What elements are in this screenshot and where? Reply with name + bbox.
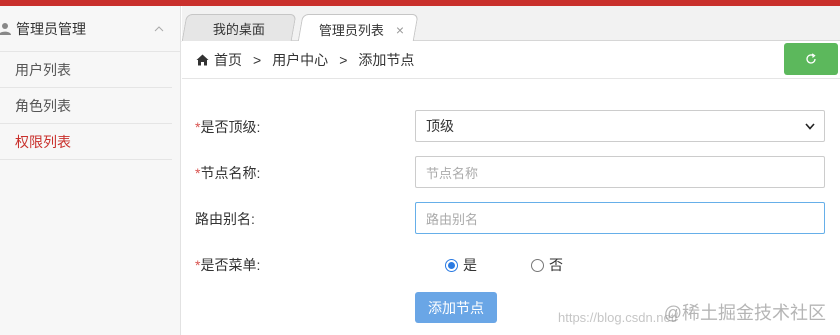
add-node-form: *是否顶级: 顶级 *节点名称: 节点名称 路由别名: 路由别名 *是否菜单: …: [182, 80, 840, 335]
sidebar-item-permission-list[interactable]: 权限列表: [0, 124, 172, 160]
breadcrumb-user-center[interactable]: 用户中心: [272, 50, 328, 70]
form-row-is-menu: *是否菜单: 是 否: [182, 248, 840, 280]
breadcrumb-separator: >: [339, 51, 348, 68]
radio-unchecked-icon: [531, 258, 544, 272]
form-row-route-alias: 路由别名: 路由别名: [182, 202, 840, 234]
top-level-label: *是否顶级:: [195, 119, 261, 135]
tab-label: 管理员列表: [319, 22, 385, 38]
breadcrumb: 首页 > 用户中心 > 添加节点: [182, 41, 840, 79]
sidebar-group-admin-management[interactable]: 管理员管理: [0, 6, 180, 52]
form-row-node-name: *节点名称: 节点名称: [182, 156, 840, 188]
top-level-select-value: 顶级: [426, 118, 454, 134]
watermark-url: https://blog.csdn.net/: [558, 310, 678, 325]
is-menu-no-radio[interactable]: 否: [531, 255, 563, 275]
tab-label: 我的桌面: [212, 22, 265, 37]
breadcrumb-separator: >: [253, 51, 262, 68]
tab-my-desktop[interactable]: 我的桌面: [181, 14, 297, 42]
refresh-button[interactable]: [784, 43, 838, 75]
sidebar-group-title: 管理员管理: [16, 20, 86, 37]
form-row-top-level: *是否顶级: 顶级: [182, 110, 840, 142]
sidebar-item-label: 角色列表: [15, 97, 71, 114]
sidebar-item-label: 用户列表: [15, 61, 71, 78]
breadcrumb-current: 添加节点: [358, 51, 415, 68]
breadcrumb-home[interactable]: 首页: [214, 50, 242, 70]
sidebar: 管理员管理 用户列表 角色列表 权限列表: [0, 6, 181, 335]
home-icon: [196, 54, 209, 65]
top-level-select[interactable]: 顶级: [415, 110, 825, 142]
refresh-icon: [806, 53, 816, 64]
watermark-brand: @稀土掘金技术社区: [663, 303, 826, 323]
chevron-up-icon[interactable]: [154, 26, 164, 32]
node-name-input[interactable]: 节点名称: [415, 156, 825, 188]
route-alias-label: 路由别名:: [195, 211, 255, 227]
sidebar-item-label: 权限列表: [15, 133, 71, 150]
node-name-label: *节点名称:: [195, 165, 261, 181]
radio-label: 是: [463, 257, 477, 273]
sidebar-item-user-list[interactable]: 用户列表: [0, 52, 172, 88]
user-icon: [0, 22, 11, 35]
add-node-button[interactable]: 添加节点: [415, 292, 497, 323]
is-menu-yes-radio[interactable]: 是: [445, 255, 477, 275]
close-icon[interactable]: ×: [396, 21, 404, 37]
route-alias-input[interactable]: 路由别名: [415, 202, 825, 234]
tab-bar: 我的桌面 管理员列表 ×: [181, 6, 840, 43]
radio-label: 否: [549, 257, 563, 273]
chevron-down-icon: [805, 123, 815, 130]
is-menu-label: *是否菜单:: [195, 257, 261, 273]
sidebar-item-role-list[interactable]: 角色列表: [0, 88, 172, 124]
radio-checked-icon: [445, 258, 458, 272]
tab-admin-list[interactable]: 管理员列表 ×: [297, 14, 419, 43]
